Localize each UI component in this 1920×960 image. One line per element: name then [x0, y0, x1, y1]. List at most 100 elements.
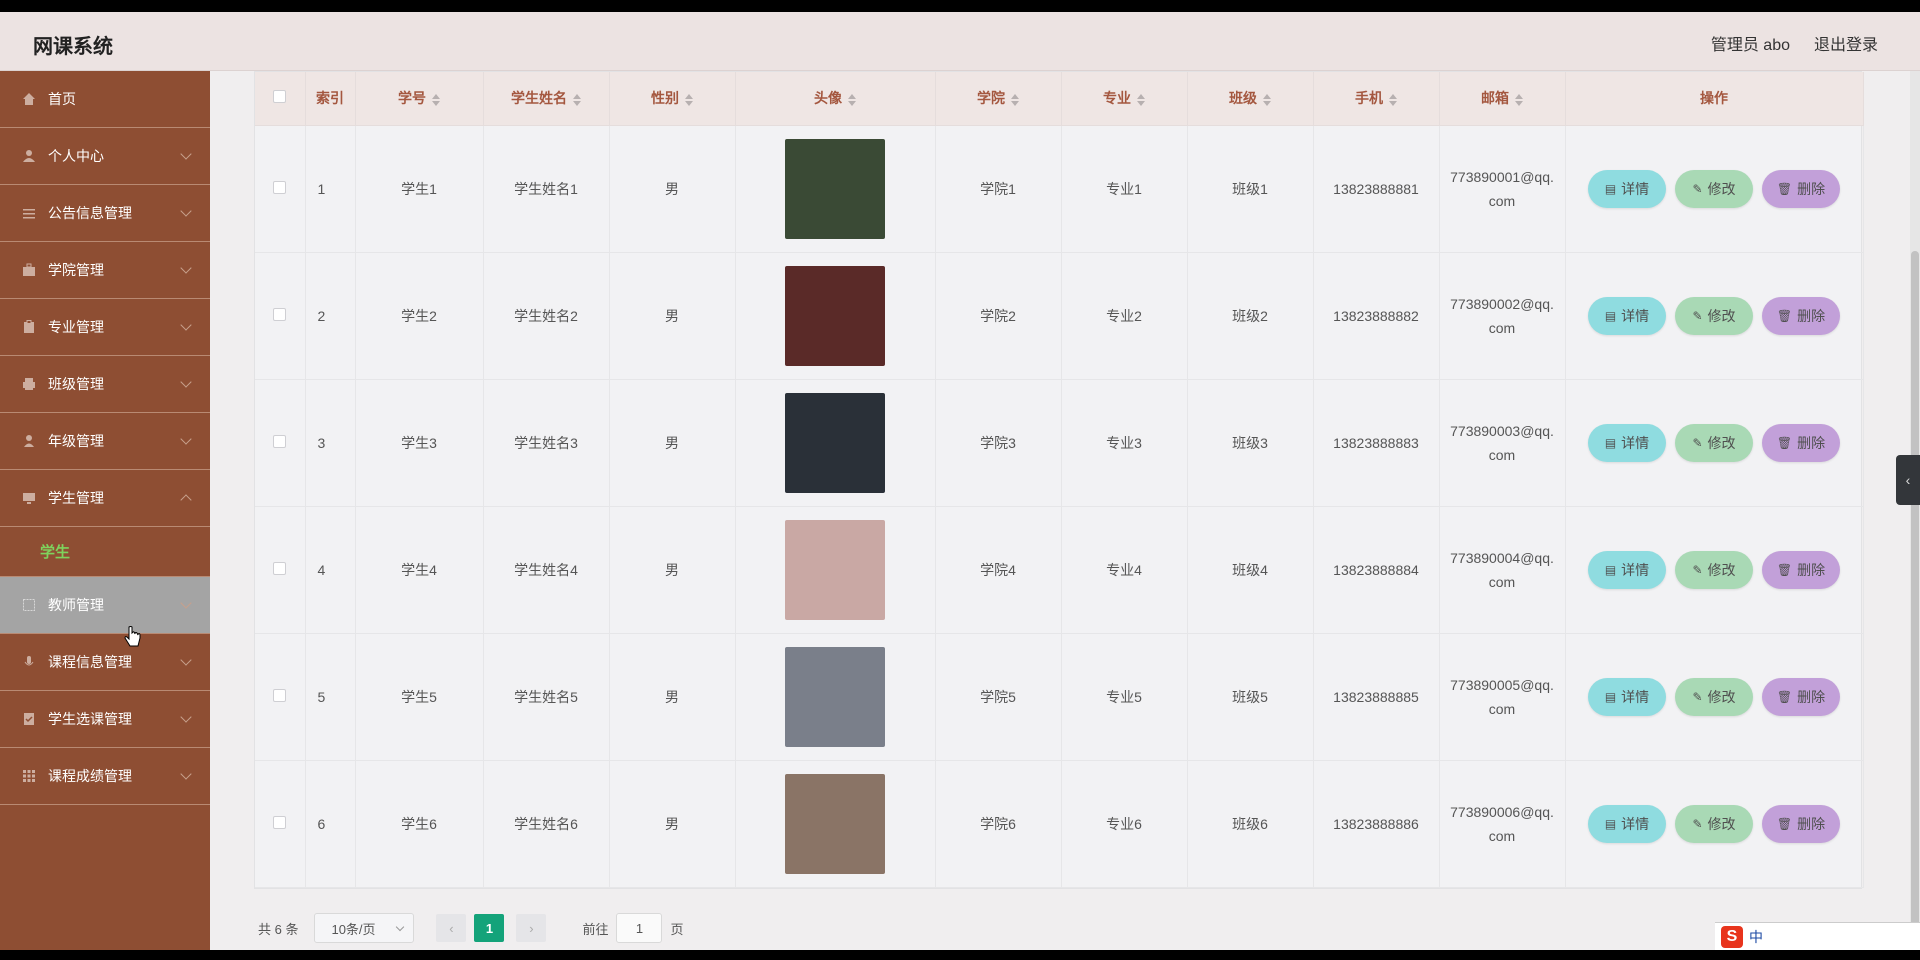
detail-button[interactable]: ▤ 详情 — [1588, 804, 1666, 843]
edit-button[interactable]: ✎ 修改 — [1675, 550, 1753, 589]
select-all-checkbox[interactable] — [273, 90, 287, 104]
cell-major: 专业6 — [1061, 760, 1188, 888]
sidebar-subitem-student[interactable]: 学生 — [0, 527, 210, 577]
column-header-student-id[interactable]: 学号 — [355, 72, 484, 126]
hand-cursor-icon — [124, 626, 141, 647]
sidebar-item-enrollment[interactable]: 学生选课管理 — [0, 691, 210, 748]
cell-student-id: 学生2 — [355, 252, 484, 380]
cell-avatar — [735, 760, 936, 888]
column-header-email[interactable]: 邮箱 — [1439, 72, 1566, 126]
sort-icon[interactable] — [1137, 93, 1145, 106]
column-header-college[interactable]: 学院 — [935, 72, 1062, 126]
cell-student-id: 学生3 — [355, 379, 484, 507]
detail-button[interactable]: ▤ 详情 — [1588, 423, 1666, 462]
sidebar-item-notice[interactable]: 公告信息管理 — [0, 185, 210, 242]
delete-button[interactable]: 🗑 删除 — [1762, 423, 1840, 462]
table-body: 1 学生1 学生姓名1 男 学院1 专业1 班级1 13823888881 77… — [255, 125, 1864, 888]
sidebar-item-label: 公告信息管理 — [48, 205, 132, 221]
sort-icon[interactable] — [1011, 93, 1019, 106]
delete-button[interactable]: 🗑 删除 — [1762, 296, 1840, 335]
avatar[interactable] — [785, 519, 885, 620]
sidebar-item-home[interactable]: 首页 — [0, 71, 210, 128]
page-number-current[interactable]: 1 — [474, 914, 505, 942]
sidebar-item-student[interactable]: 学生管理 — [0, 470, 210, 527]
frame-icon — [23, 599, 35, 611]
page-size-select[interactable]: 10条/页 — [314, 913, 415, 943]
detail-button[interactable]: ▤ 详情 — [1588, 296, 1666, 335]
edit-button[interactable]: ✎ 修改 — [1675, 169, 1753, 208]
row-checkbox[interactable] — [273, 307, 287, 321]
sidebar-item-score[interactable]: 课程成绩管理 — [0, 748, 210, 805]
avatar[interactable] — [785, 138, 885, 239]
edit-button[interactable]: ✎ 修改 — [1675, 296, 1753, 335]
document-icon: ▤ — [1604, 689, 1617, 704]
column-header-name[interactable]: 学生姓名 — [483, 72, 610, 126]
detail-button[interactable]: ▤ 详情 — [1588, 169, 1666, 208]
sidebar-item-class[interactable]: 班级管理 — [0, 356, 210, 413]
cell-actions: ▤ 详情 ✎ 修改 🗑 删除 — [1565, 125, 1864, 253]
scrollbar-thumb[interactable] — [1911, 251, 1919, 950]
sort-icon[interactable] — [848, 93, 856, 106]
row-select-cell[interactable] — [255, 506, 306, 634]
row-select-cell[interactable] — [255, 379, 306, 507]
next-page-button[interactable]: › — [516, 914, 547, 942]
sort-icon[interactable] — [1263, 93, 1271, 106]
goto-page-input[interactable]: 1 — [616, 913, 663, 943]
column-header-class[interactable]: 班级 — [1187, 72, 1314, 126]
sidebar-item-label: 课程成绩管理 — [48, 768, 132, 784]
column-header-major[interactable]: 专业 — [1061, 72, 1188, 126]
delete-button[interactable]: 🗑 删除 — [1762, 677, 1840, 716]
row-checkbox[interactable] — [273, 561, 287, 575]
avatar[interactable] — [785, 265, 885, 366]
trash-icon: 🗑 — [1776, 816, 1793, 831]
sidebar-item-profile[interactable]: 个人中心 — [0, 128, 210, 185]
sort-icon[interactable] — [432, 93, 440, 106]
edit-button[interactable]: ✎ 修改 — [1675, 423, 1753, 462]
sidebar: 首页 个人中心 公告信息管理 学院管理 专业管理 班级管理 年级管理 学生管理 … — [0, 71, 210, 950]
column-header-gender[interactable]: 性别 — [609, 72, 736, 126]
sort-icon[interactable] — [573, 93, 581, 106]
delete-button[interactable]: 🗑 删除 — [1762, 804, 1840, 843]
collapse-panel-button[interactable]: ‹ — [1896, 455, 1920, 505]
select-all-cell[interactable] — [255, 72, 306, 126]
sidebar-item-grade[interactable]: 年级管理 — [0, 413, 210, 470]
cell-index: 5 — [305, 633, 356, 761]
logout-link[interactable]: 退出登录 — [1814, 31, 1878, 55]
row-checkbox[interactable] — [273, 180, 287, 194]
row-checkbox[interactable] — [273, 434, 287, 448]
detail-button[interactable]: ▤ 详情 — [1588, 550, 1666, 589]
sort-icon[interactable] — [1389, 93, 1397, 106]
edit-button[interactable]: ✎ 修改 — [1675, 677, 1753, 716]
avatar[interactable] — [785, 646, 885, 747]
sidebar-item-major[interactable]: 专业管理 — [0, 299, 210, 356]
column-header-avatar[interactable]: 头像 — [735, 72, 936, 126]
column-header-phone[interactable]: 手机 — [1313, 72, 1440, 126]
cell-gender: 男 — [609, 252, 736, 380]
sidebar-item-course[interactable]: 课程信息管理 — [0, 634, 210, 691]
avatar[interactable] — [785, 773, 885, 874]
sidebar-item-college[interactable]: 学院管理 — [0, 242, 210, 299]
row-checkbox[interactable] — [273, 815, 287, 829]
row-checkbox[interactable] — [273, 688, 287, 702]
edit-button[interactable]: ✎ 修改 — [1675, 804, 1753, 843]
sort-icon[interactable] — [685, 93, 693, 106]
row-select-cell[interactable] — [255, 125, 306, 253]
sort-icon[interactable] — [1515, 93, 1523, 106]
scrollbar[interactable] — [1910, 71, 1920, 950]
sidebar-item-label: 个人中心 — [48, 148, 104, 164]
cell-actions: ▤ 详情 ✎ 修改 🗑 删除 — [1565, 760, 1864, 888]
row-select-cell[interactable] — [255, 252, 306, 380]
row-select-cell[interactable] — [255, 633, 306, 761]
ime-toolbar[interactable]: S 中 — [1715, 922, 1920, 950]
sidebar-item-teacher[interactable]: 教师管理 — [0, 577, 210, 634]
row-select-cell[interactable] — [255, 760, 306, 888]
sidebar-item-label: 学生选课管理 — [48, 711, 132, 727]
cell-name: 学生姓名6 — [483, 760, 610, 888]
delete-button[interactable]: 🗑 删除 — [1762, 169, 1840, 208]
chevron-down-icon — [180, 597, 192, 609]
avatar[interactable] — [785, 392, 885, 493]
delete-button[interactable]: 🗑 删除 — [1762, 550, 1840, 589]
prev-page-button[interactable]: ‹ — [436, 914, 467, 942]
detail-button[interactable]: ▤ 详情 — [1588, 677, 1666, 716]
pagination-total: 共 6 条 — [258, 921, 299, 937]
